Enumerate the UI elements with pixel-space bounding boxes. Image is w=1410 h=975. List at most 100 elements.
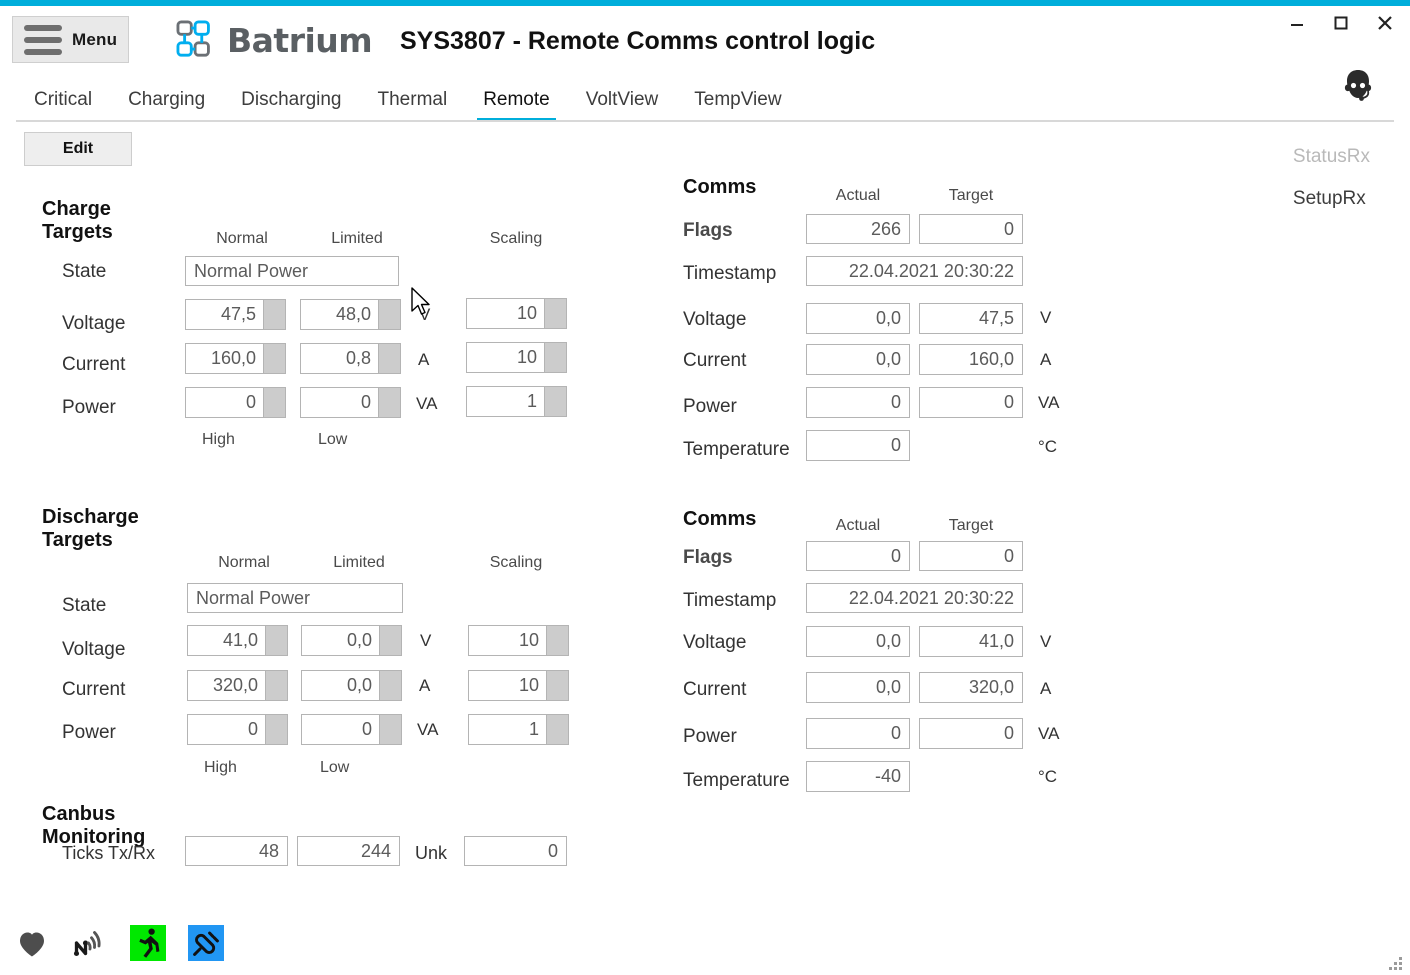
charge-voltage-limited-spinner[interactable] bbox=[378, 300, 400, 329]
discharge-power-limited-spinner[interactable] bbox=[379, 715, 401, 744]
comms-charge-current-target[interactable]: 160,0 bbox=[919, 344, 1023, 375]
discharge-voltage-limited-input[interactable]: 0,0 bbox=[301, 625, 402, 656]
discharge-voltage-normal-spinner[interactable] bbox=[265, 626, 287, 655]
charge-current-scaling-spinner[interactable] bbox=[544, 343, 566, 372]
charge-power-normal-spinner[interactable] bbox=[263, 388, 285, 417]
comms-charge-voltage-actual[interactable]: 0,0 bbox=[806, 303, 910, 334]
comms-charge-current-actual[interactable]: 0,0 bbox=[806, 344, 910, 375]
discharge-targets-title: Discharge Targets bbox=[42, 506, 139, 551]
tab-critical[interactable]: Critical bbox=[16, 89, 110, 122]
charge-current-label: Current bbox=[62, 354, 126, 375]
discharge-current-limited-spinner[interactable] bbox=[379, 671, 401, 700]
comms-charge-title: Comms bbox=[683, 176, 757, 198]
charge-current-normal-spinner[interactable] bbox=[263, 344, 285, 373]
discharge-current-normal-input[interactable]: 320,0 bbox=[187, 670, 288, 701]
charge-current-normal-input[interactable]: 160,0 bbox=[185, 343, 286, 374]
charge-power-limited-input[interactable]: 0 bbox=[300, 387, 401, 418]
charge-power-scaling-spinner[interactable] bbox=[544, 387, 566, 416]
tab-tempview[interactable]: TempView bbox=[676, 89, 799, 122]
charge-state-field[interactable]: Normal Power bbox=[185, 256, 399, 286]
comms-charge-voltage-target[interactable]: 47,5 bbox=[919, 303, 1023, 334]
canbus-ticks-rx-field[interactable]: 244 bbox=[297, 836, 400, 866]
tab-bar: Critical Charging Discharging Thermal Re… bbox=[0, 76, 1410, 122]
charge-voltage-normal-spinner[interactable] bbox=[263, 300, 285, 329]
batrium-logo-icon bbox=[176, 20, 210, 57]
setup-rx-label[interactable]: SetupRx bbox=[1293, 188, 1366, 210]
charge-voltage-unit: V bbox=[419, 305, 431, 324]
comms-discharge-voltage-actual[interactable]: 0,0 bbox=[806, 626, 910, 657]
discharge-state-field[interactable]: Normal Power bbox=[187, 583, 403, 613]
discharge-power-limited-input[interactable]: 0 bbox=[301, 714, 402, 745]
comms-discharge-flags-label: Flags bbox=[683, 547, 733, 568]
discharge-current-limited-input[interactable]: 0,0 bbox=[301, 670, 402, 701]
tab-bar-divider bbox=[16, 120, 1394, 122]
charge-voltage-scaling-input[interactable]: 10 bbox=[466, 298, 567, 329]
discharge-voltage-limited-spinner[interactable] bbox=[379, 626, 401, 655]
charge-power-normal-value: 0 bbox=[186, 388, 263, 417]
comms-charge-flags-target[interactable]: 0 bbox=[919, 214, 1023, 244]
charge-voltage-scaling-spinner[interactable] bbox=[544, 299, 566, 328]
discharge-current-scaling-spinner[interactable] bbox=[546, 671, 568, 700]
tab-voltview[interactable]: VoltView bbox=[568, 89, 677, 122]
comms-discharge-power-target[interactable]: 0 bbox=[919, 718, 1023, 749]
rx-panel: StatusRx SetupRx bbox=[1293, 146, 1370, 210]
charge-current-limited-spinner[interactable] bbox=[378, 344, 400, 373]
discharge-voltage-normal-input[interactable]: 41,0 bbox=[187, 625, 288, 656]
comms-discharge-timestamp-value[interactable]: 22.04.2021 20:30:22 bbox=[806, 583, 1023, 613]
charge-power-scaling-input[interactable]: 1 bbox=[466, 386, 567, 417]
comms-charge-flags-actual[interactable]: 266 bbox=[806, 214, 910, 244]
comms-discharge-voltage-label: Voltage bbox=[683, 632, 747, 653]
canbus-ticks-tx-field[interactable]: 48 bbox=[185, 836, 288, 866]
plug-icon[interactable] bbox=[188, 925, 224, 961]
discharge-power-scaling-input[interactable]: 1 bbox=[468, 714, 569, 745]
minimize-button[interactable] bbox=[1286, 10, 1308, 36]
comms-discharge-current-actual[interactable]: 0,0 bbox=[806, 672, 910, 703]
tab-discharging[interactable]: Discharging bbox=[223, 89, 359, 122]
comms-discharge-power-actual[interactable]: 0 bbox=[806, 718, 910, 749]
charge-current-scaling-input[interactable]: 10 bbox=[466, 342, 567, 373]
comms-charge-power-actual[interactable]: 0 bbox=[806, 387, 910, 418]
comms-charge-power-target[interactable]: 0 bbox=[919, 387, 1023, 418]
tab-thermal[interactable]: Thermal bbox=[360, 89, 466, 122]
discharge-voltage-scaling-input[interactable]: 10 bbox=[468, 625, 569, 656]
close-button[interactable] bbox=[1374, 10, 1396, 36]
canbus-unk-label: Unk bbox=[415, 843, 448, 863]
comms-charge-temperature-actual[interactable]: 0 bbox=[806, 430, 910, 461]
charge-power-normal-input[interactable]: 0 bbox=[185, 387, 286, 418]
comms-charge-timestamp-label: Timestamp bbox=[683, 263, 777, 284]
comms-charge-timestamp-value[interactable]: 22.04.2021 20:30:22 bbox=[806, 256, 1023, 286]
comms-discharge-current-target[interactable]: 320,0 bbox=[919, 672, 1023, 703]
charge-foot-low: Low bbox=[318, 431, 348, 448]
tab-remote[interactable]: Remote bbox=[465, 89, 568, 122]
discharge-power-scaling-spinner[interactable] bbox=[546, 715, 568, 744]
network-n-icon[interactable] bbox=[72, 925, 108, 961]
discharge-voltage-scaling-spinner[interactable] bbox=[546, 626, 568, 655]
running-person-icon[interactable] bbox=[130, 925, 166, 961]
status-rx-label[interactable]: StatusRx bbox=[1293, 146, 1370, 168]
charge-voltage-normal-input[interactable]: 47,5 bbox=[185, 299, 286, 330]
comms-discharge-temperature-actual[interactable]: -40 bbox=[806, 761, 910, 792]
maximize-button[interactable] bbox=[1330, 10, 1352, 36]
comms-discharge-voltage-target[interactable]: 41,0 bbox=[919, 626, 1023, 657]
canbus-unk-field[interactable]: 0 bbox=[464, 836, 567, 866]
discharge-current-scaling-input[interactable]: 10 bbox=[468, 670, 569, 701]
charge-power-limited-spinner[interactable] bbox=[378, 388, 400, 417]
charge-current-limited-value: 0,8 bbox=[301, 344, 378, 373]
charge-current-limited-input[interactable]: 0,8 bbox=[300, 343, 401, 374]
discharge-power-normal-input[interactable]: 0 bbox=[187, 714, 288, 745]
window-controls bbox=[1286, 10, 1396, 36]
edit-button[interactable]: Edit bbox=[24, 132, 132, 166]
discharge-current-normal-spinner[interactable] bbox=[265, 671, 287, 700]
charge-voltage-limited-input[interactable]: 48,0 bbox=[300, 299, 401, 330]
tab-charging[interactable]: Charging bbox=[110, 89, 223, 122]
discharge-col-normal: Normal bbox=[218, 554, 270, 571]
heart-icon[interactable] bbox=[14, 925, 50, 961]
discharge-power-label: Power bbox=[62, 722, 116, 743]
discharge-power-normal-spinner[interactable] bbox=[265, 715, 287, 744]
charge-voltage-label: Voltage bbox=[62, 313, 126, 334]
comms-discharge-flags-target[interactable]: 0 bbox=[919, 541, 1023, 571]
resize-grip-icon[interactable] bbox=[1386, 953, 1404, 971]
menu-button[interactable]: Menu bbox=[12, 16, 129, 63]
comms-discharge-temperature-unit: °C bbox=[1038, 767, 1058, 786]
comms-discharge-flags-actual[interactable]: 0 bbox=[806, 541, 910, 571]
